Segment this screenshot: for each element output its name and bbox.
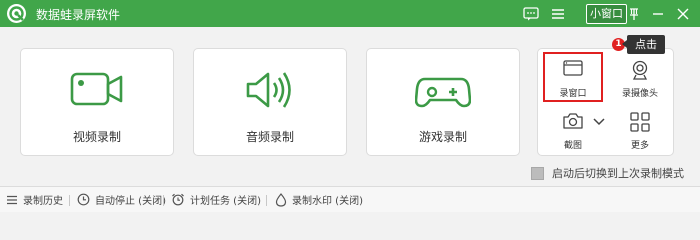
title-bar: 数据蛙录屏软件 小窗口: [0, 0, 700, 27]
chat-icon[interactable]: [521, 4, 541, 24]
record-window-label: 录窗口: [559, 89, 587, 99]
window-icon: [543, 60, 603, 76]
status-bar: 录制历史 自动停止 (关闭) 计划任务 (关闭) 录制水印 (关闭): [0, 186, 700, 212]
screenshot-label: 截图: [563, 141, 582, 151]
restore-mode-label: 启动后切换到上次录制模式: [552, 167, 684, 180]
game-record-card[interactable]: 游戏录制: [366, 48, 520, 156]
speaker-icon: [194, 69, 346, 111]
grid-icon: [610, 112, 670, 132]
record-webcam-button[interactable]: 录摄像头: [610, 52, 670, 102]
pin-icon[interactable]: [624, 4, 644, 24]
record-history-label: 录制历史: [23, 196, 63, 207]
clock-icon: [77, 193, 90, 206]
chevron-down-icon[interactable]: [591, 114, 607, 130]
mini-window-button[interactable]: 小窗口: [586, 4, 627, 24]
audio-record-label: 音频录制: [245, 130, 294, 144]
webcam-icon: [610, 60, 670, 80]
gamepad-icon: [367, 69, 519, 111]
game-record-label: 游戏录制: [418, 130, 467, 144]
more-button[interactable]: 更多: [610, 104, 670, 154]
restore-mode-checkbox[interactable]: [531, 166, 544, 180]
schedule-task-label: 计划任务 (关闭): [190, 196, 261, 207]
logo-icon: [7, 4, 26, 23]
close-icon[interactable]: [673, 4, 693, 24]
video-record-label: 视频录制: [72, 130, 121, 144]
watermark-label: 录制水印 (关闭): [292, 196, 363, 207]
click-tooltip: 点击: [622, 35, 665, 54]
more-label: 更多: [630, 141, 649, 151]
divider: [266, 195, 267, 206]
audio-record-card[interactable]: 音频录制: [193, 48, 347, 156]
app-title: 数据蛙录屏软件: [36, 8, 121, 22]
list-icon: [7, 195, 17, 204]
watermark-button[interactable]: 录制水印 (关闭): [275, 192, 363, 207]
video-camera-icon: [21, 69, 173, 111]
water-drop-icon: [275, 192, 287, 207]
record-window-button[interactable]: 录窗口: [543, 52, 603, 102]
minimize-icon[interactable]: [648, 4, 668, 24]
record-webcam-label: 录摄像头: [621, 89, 658, 99]
menu-icon[interactable]: [548, 4, 568, 24]
restore-mode-option[interactable]: 启动后切换到上次录制模式: [531, 165, 684, 181]
alarm-clock-icon: [172, 193, 184, 206]
schedule-task-button[interactable]: 计划任务 (关闭): [171, 192, 261, 207]
divider: [69, 195, 70, 206]
divider: [163, 195, 164, 206]
record-history-button[interactable]: 录制历史: [6, 192, 63, 207]
auto-stop-label: 自动停止 (关闭): [95, 196, 166, 207]
video-record-card[interactable]: 视频录制: [20, 48, 174, 156]
auto-stop-button[interactable]: 自动停止 (关闭): [77, 192, 166, 207]
